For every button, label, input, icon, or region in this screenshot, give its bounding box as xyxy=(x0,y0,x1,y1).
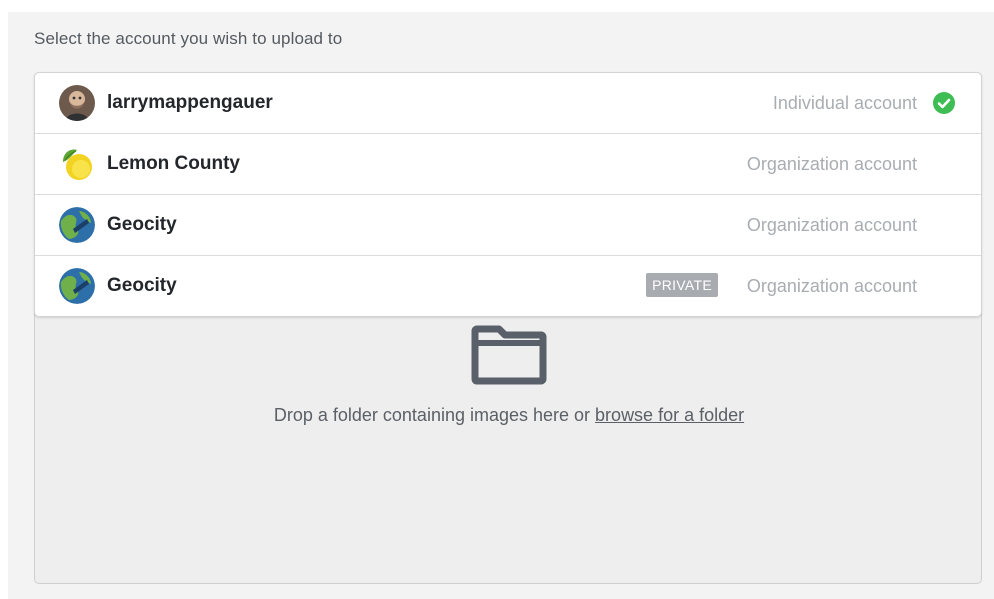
checkmark-icon xyxy=(933,92,955,114)
dropzone-instructions: Drop a folder containing images here or … xyxy=(35,405,983,426)
account-row-geocity[interactable]: Geocity Organization account xyxy=(35,195,981,256)
lemon-avatar xyxy=(59,146,95,182)
upload-dropzone[interactable]: larrymappengauer Individual account Lemo… xyxy=(34,72,982,584)
page-heading: Select the account you wish to upload to xyxy=(34,29,343,48)
account-type: Organization account xyxy=(746,154,917,174)
account-list: larrymappengauer Individual account Lemo… xyxy=(34,72,982,317)
account-type: Organization account xyxy=(746,215,917,235)
account-name: Geocity xyxy=(107,275,177,296)
account-row-lemon-county[interactable]: Lemon County Organization account xyxy=(35,134,981,195)
account-row-geocity-private[interactable]: Geocity PRIVATE Organization account xyxy=(35,256,981,316)
account-type: Organization account xyxy=(746,276,917,296)
globe-avatar xyxy=(59,268,95,304)
upload-panel: Select the account you wish to upload to… xyxy=(8,12,994,599)
account-name: Lemon County xyxy=(107,153,240,174)
folder-icon xyxy=(471,325,547,387)
account-row-larrymappengauer[interactable]: larrymappengauer Individual account xyxy=(35,73,981,134)
account-name: larrymappengauer xyxy=(107,92,273,113)
browse-folder-link[interactable]: browse for a folder xyxy=(595,405,744,425)
globe-avatar xyxy=(59,207,95,243)
private-badge: PRIVATE xyxy=(646,273,718,297)
user-avatar xyxy=(59,85,95,121)
account-name: Geocity xyxy=(107,214,177,235)
account-type: Individual account xyxy=(772,93,917,113)
dropzone-text: Drop a folder containing images here or xyxy=(273,405,596,425)
